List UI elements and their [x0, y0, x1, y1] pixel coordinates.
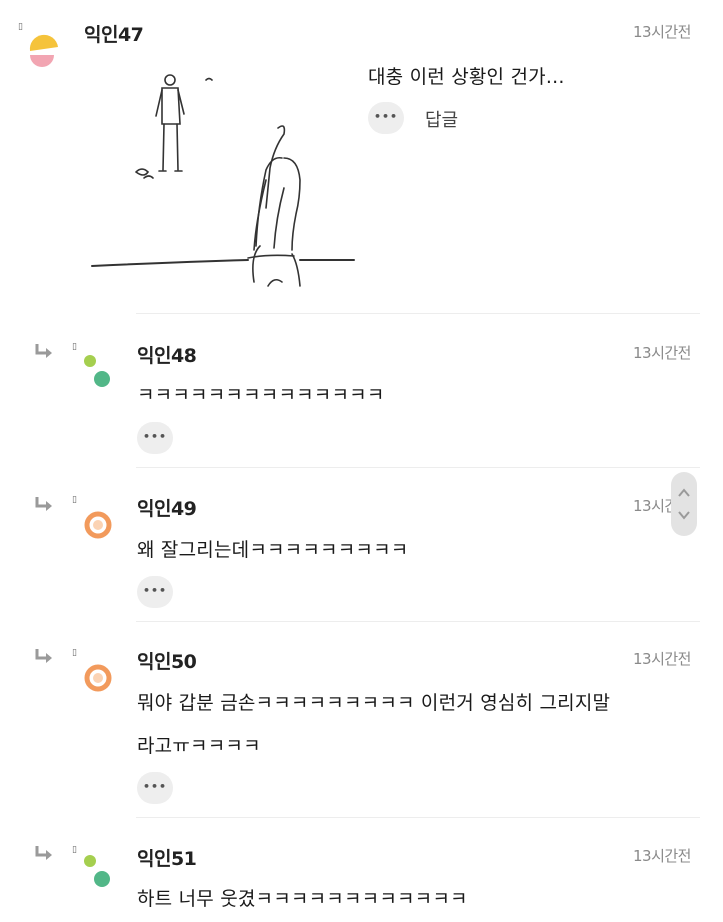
more-options-button[interactable]: •••	[368, 102, 404, 134]
comment-marker: ▯	[72, 648, 77, 658]
reply-arrow-icon	[35, 497, 52, 511]
reply-arrow-icon	[35, 344, 52, 358]
avatar-icon	[84, 511, 112, 539]
comment-marker: ▯	[72, 495, 77, 505]
comment-author: 익인47	[84, 24, 144, 46]
scroll-handle[interactable]	[671, 472, 697, 536]
drawing-image[interactable]	[88, 68, 358, 294]
comment-text-line-1: 뭐야 갑분 금손ㅋㅋㅋㅋㅋㅋㅋㅋㅋ 이런거 영심히 그리지말	[137, 692, 611, 714]
divider	[136, 467, 700, 468]
comment-time: 13시간전	[633, 847, 692, 865]
comment-time: 13시간전	[633, 344, 692, 362]
comment-marker: ▯	[72, 342, 77, 352]
comment-author: 익인50	[137, 651, 197, 673]
comment-marker: ▯	[18, 22, 23, 32]
avatar-icon	[84, 355, 110, 387]
comment-text: 하트 너무 웃겼ㅋㅋㅋㅋㅋㅋㅋㅋㅋㅋㅋㅋ	[137, 888, 468, 910]
more-options-button[interactable]: •••	[137, 422, 173, 454]
comment-author: 익인51	[137, 848, 197, 870]
comment-text: ㅋㅋㅋㅋㅋㅋㅋㅋㅋㅋㅋㅋㅋㅋ	[137, 384, 385, 406]
more-options-button[interactable]: •••	[137, 576, 173, 608]
comment-author: 익인49	[137, 498, 197, 520]
comment-text: 대충 이런 상황인 건가...	[368, 66, 565, 88]
chevron-up-down-icon	[678, 488, 690, 520]
comment-time: 13시간전	[633, 23, 692, 41]
comment-time: 13시간전	[633, 650, 692, 668]
reply-arrow-icon	[35, 846, 52, 860]
divider	[136, 313, 700, 314]
divider	[136, 621, 700, 622]
comment-author: 익인48	[137, 345, 197, 367]
reply-arrow-icon	[35, 649, 52, 663]
comment-page: { "comments": [ {"mark": "▯", "author": …	[0, 0, 723, 922]
comment-text: 왜 잘그리는데ㅋㅋㅋㅋㅋㅋㅋㅋㅋ	[137, 539, 409, 561]
reply-button[interactable]: 답글	[425, 106, 458, 132]
more-options-button[interactable]: •••	[137, 772, 173, 804]
comment-marker: ▯	[72, 845, 77, 855]
divider	[136, 817, 700, 818]
avatar-icon	[84, 855, 110, 887]
comment-text-line-2: 라고ㅠㅋㅋㅋㅋ	[137, 735, 261, 757]
avatar-icon	[29, 34, 58, 67]
avatar-icon	[84, 664, 112, 692]
